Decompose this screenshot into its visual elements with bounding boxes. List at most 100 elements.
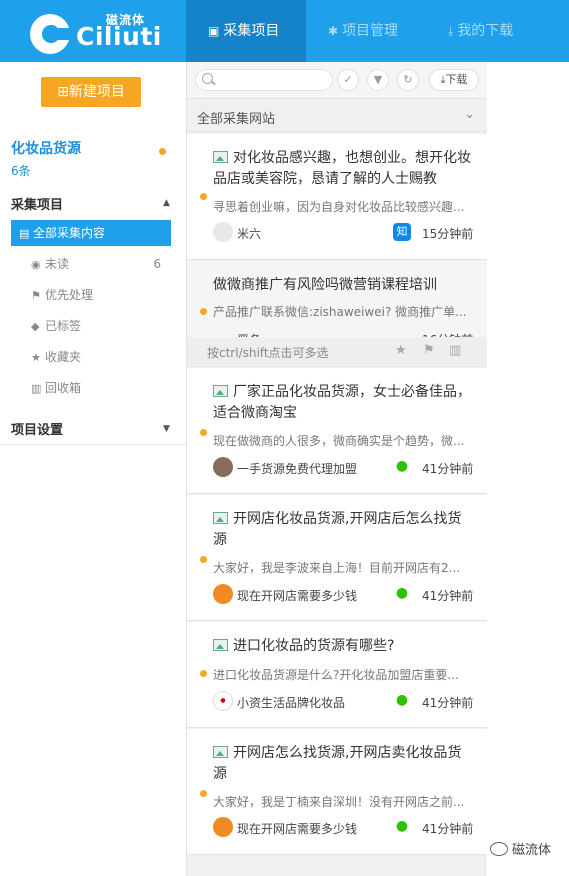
sidebar-item-trash[interactable]: ▥ 回收箱	[11, 375, 171, 401]
article-title-text: 进口化妆品的货源有哪些?	[233, 638, 395, 654]
source-title[interactable]: 化妆品货源	[11, 138, 81, 158]
list-icon: ▤	[19, 227, 30, 240]
source-count: 6条	[11, 164, 31, 178]
article-title[interactable]: 进口化妆品的货源有哪些?	[213, 636, 473, 657]
unread-count: 6	[153, 257, 161, 271]
filter-button[interactable]: ▼	[367, 69, 389, 91]
wechat-icon	[489, 842, 508, 856]
sidebar-item-unread[interactable]: ◉ 未读 6	[11, 251, 171, 277]
eye-icon: ◉	[31, 258, 41, 271]
filter-icon: ▼	[373, 73, 383, 86]
logo-icon	[30, 14, 72, 54]
logo-en: Ciliuti	[76, 22, 162, 51]
save-icon: ▣	[208, 24, 220, 38]
unread-dot	[200, 790, 207, 797]
tab-downloads[interactable]: ⤓ 我的下载	[426, 0, 546, 62]
avatar: ●	[213, 691, 233, 711]
list-item[interactable]: 对化妆品感兴趣，也想创业。想开化妆品店或美容院，恳请了解的人士赐教 寻思着创业嘛…	[187, 134, 487, 260]
article-list-panel: ✓ ▼ ↻ ⤓下载 全部采集网站 ⌄ 对化妆品感兴趣，也想创业。想开化妆品店或美…	[186, 62, 487, 876]
wechat-icon: ●	[395, 818, 409, 834]
top-bar: 磁流体 Ciliuti ▣ 采集项目 ✱ 项目管理 ⤓ 我的下载	[0, 0, 569, 62]
article-author[interactable]: 现在开网店需要多少钱	[237, 820, 357, 837]
wechat-icon: ●	[395, 692, 409, 708]
new-project-button[interactable]: ⊞新建项目	[41, 77, 141, 107]
caret-down-icon[interactable]: ▼	[163, 424, 170, 434]
trash-icon[interactable]: ▥	[449, 343, 461, 358]
mark-read-button[interactable]: ✓	[337, 69, 359, 91]
article-summary: 大家好，我是李波来自上海！目前开网店有2...	[213, 561, 461, 575]
sidebar-item-all[interactable]: ▤ 全部采集内容	[11, 220, 171, 246]
watermark-text: 磁流体	[511, 843, 551, 858]
article-summary: 寻思着创业嘛，因为自身对化妆品比较感兴趣...	[213, 200, 465, 214]
sidebar-item-priority[interactable]: ⚑ 优先处理	[11, 282, 171, 308]
article-title-text: 对化妆品感兴趣，也想创业。想开化妆品店或美容院，恳请了解的人士赐教	[213, 150, 471, 187]
article-author[interactable]: 小资生活品牌化妆品	[237, 694, 345, 711]
unread-dot	[200, 556, 207, 563]
article-summary: 产品推广联系微信:zishaweiwei? 微商推广单...	[213, 305, 467, 319]
site-filter-label: 全部采集网站	[197, 112, 276, 127]
list-toolbar: ✓ ▼ ↻ ⤓下载	[187, 62, 487, 98]
refresh-icon: ↻	[403, 73, 413, 86]
list-item[interactable]: 开网店化妆品货源,开网店后怎么找货源 大家好，我是李波来自上海！目前开网店有2.…	[187, 495, 487, 621]
avatar	[213, 584, 233, 604]
list-item[interactable]: 做微商推广有风险吗微营销课程培训 产品推广联系微信:zishaweiwei? 微…	[187, 261, 487, 367]
sidebar: ⊞新建项目 化妆品货源 6条 采集项目 ▲ ▤ 全部采集内容 ◉ 未读 6 ⚑ 优先处…	[0, 62, 186, 876]
flag-icon: ⚑	[31, 289, 41, 302]
star-icon[interactable]: ★	[395, 343, 407, 358]
list-item[interactable]: 开网店怎么找货源,开网店卖化妆品货源 大家好，我是丁楠来自深圳！没有开网店之前.…	[187, 729, 487, 855]
article-title[interactable]: 开网店怎么找货源,开网店卖化妆品货源	[213, 743, 473, 785]
tab-label: 我的下载	[457, 23, 514, 39]
article-title-text: 开网店化妆品货源,开网店后怎么找货源	[213, 511, 462, 548]
article-title[interactable]: 开网店化妆品货源,开网店后怎么找货源	[213, 509, 473, 551]
section-collect-title[interactable]: 采集项目	[11, 194, 63, 213]
multi-select-hint: 按ctrl/shift点击可多选 ★ ⚑ ▥	[187, 337, 487, 365]
plus-box-icon: ⊞	[57, 84, 69, 100]
sidebar-item-label: 优先处理	[45, 288, 94, 302]
article-author[interactable]: 现在开网店需要多少钱	[237, 587, 357, 604]
image-icon	[213, 746, 228, 758]
unread-dot	[200, 308, 207, 315]
wechat-icon: ●	[395, 585, 409, 601]
logo[interactable]: 磁流体 Ciliuti	[30, 8, 180, 54]
watermark: 磁流体	[489, 839, 551, 858]
caret-up-icon[interactable]: ▲	[163, 198, 170, 208]
refresh-button[interactable]: ↻	[397, 69, 419, 91]
image-icon	[213, 512, 228, 524]
list-item[interactable]: 厂家正品化妆品货源，女士必备佳品，适合微商淘宝 现在做微商的人很多，微商确实是个…	[187, 368, 487, 494]
article-author[interactable]: 米六	[237, 225, 261, 242]
tab-label: 采集项目	[223, 23, 280, 39]
image-icon	[213, 639, 228, 651]
gear-icon: ✱	[328, 24, 339, 38]
sidebar-item-tagged[interactable]: ◆ 已标签	[11, 313, 171, 339]
article-title-text: 开网店怎么找货源,开网店卖化妆品货源	[213, 745, 462, 782]
article-title[interactable]: 对化妆品感兴趣，也想创业。想开化妆品店或美容院，恳请了解的人士赐教	[213, 148, 473, 190]
check-icon: ✓	[343, 73, 353, 86]
sidebar-item-label: 全部采集内容	[33, 226, 106, 240]
avatar	[213, 222, 233, 242]
download-icon: ⤓	[448, 24, 454, 38]
new-project-label: 新建项目	[68, 84, 125, 100]
flag-icon[interactable]: ⚑	[423, 343, 435, 358]
article-summary: 大家好，我是丁楠来自深圳！没有开网店之前...	[213, 795, 465, 809]
tab-manage[interactable]: ✱ 项目管理	[306, 0, 426, 62]
section-settings-title[interactable]: 项目设置	[11, 419, 63, 438]
article-title[interactable]: 厂家正品化妆品货源，女士必备佳品，适合微商淘宝	[213, 382, 473, 424]
sidebar-item-favorites[interactable]: ★ 收藏夹	[11, 344, 171, 370]
star-icon: ★	[31, 351, 41, 364]
zhihu-icon: 知	[393, 223, 411, 241]
site-filter[interactable]: 全部采集网站 ⌄	[187, 98, 487, 132]
search-icon	[202, 73, 213, 84]
sidebar-item-label: 回收箱	[45, 381, 82, 395]
search-input[interactable]	[195, 69, 333, 91]
article-time: 41分钟前	[422, 589, 474, 603]
sidebar-item-label: 收藏夹	[45, 350, 82, 364]
article-title[interactable]: 做微商推广有风险吗微营销课程培训	[213, 275, 473, 296]
list-item[interactable]: 进口化妆品的货源有哪些? 进口化妆品货源是什么?开化妆品加盟店重要... ● 小…	[187, 622, 487, 728]
trash-icon: ▥	[31, 382, 42, 395]
sidebar-item-label: 未读	[45, 257, 70, 271]
unread-dot	[200, 670, 207, 677]
article-author[interactable]: 一手货源免费代理加盟	[237, 460, 357, 477]
article-time: 41分钟前	[422, 462, 474, 476]
download-button[interactable]: ⤓下载	[429, 69, 479, 91]
tab-collect[interactable]: ▣ 采集项目	[186, 0, 306, 62]
